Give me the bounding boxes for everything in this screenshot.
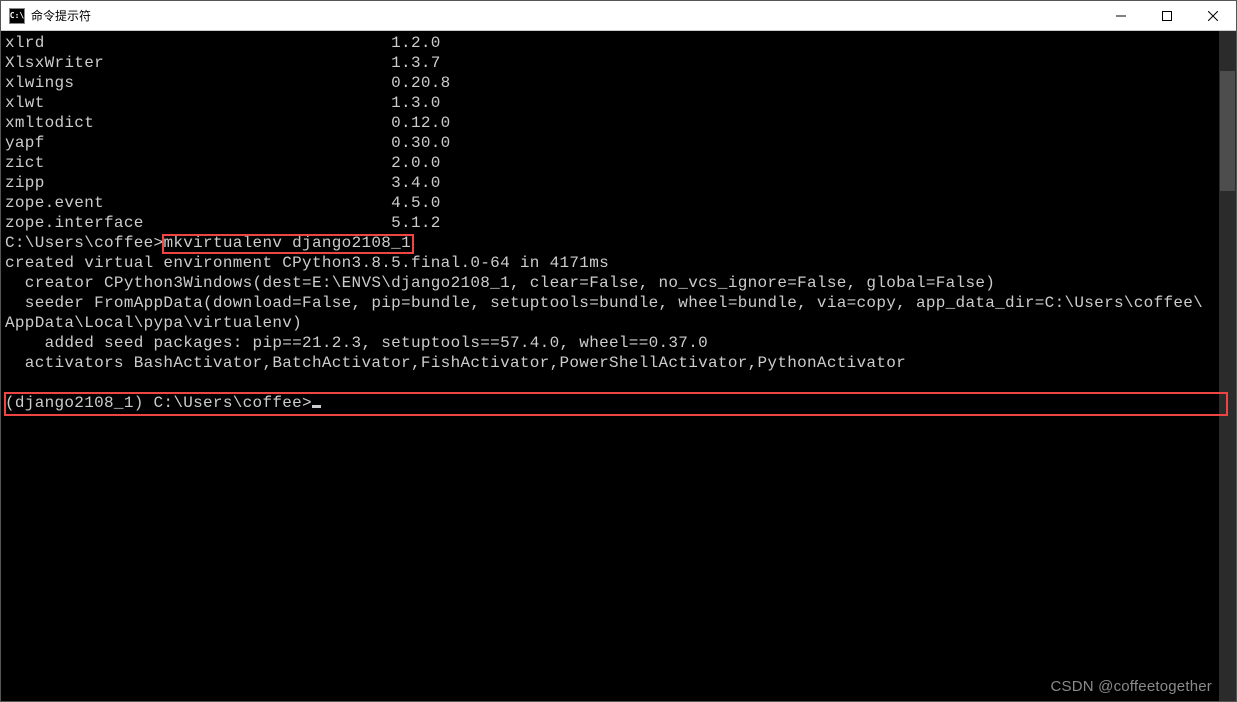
cursor bbox=[312, 405, 321, 408]
close-icon bbox=[1208, 11, 1218, 21]
active-prompt[interactable]: (django2108_1) C:\Users\coffee> bbox=[5, 393, 1215, 413]
maximize-button[interactable] bbox=[1144, 1, 1190, 30]
window-titlebar: C:\ 命令提示符 bbox=[1, 1, 1236, 31]
app-icon: C:\ bbox=[9, 8, 25, 24]
minimize-icon bbox=[1116, 11, 1126, 21]
window-controls bbox=[1098, 1, 1236, 30]
scrollbar-vertical[interactable] bbox=[1219, 31, 1236, 701]
output-line: activators BashActivator,BatchActivator,… bbox=[5, 353, 1215, 373]
window-title: 命令提示符 bbox=[31, 7, 91, 24]
scrollbar-thumb[interactable] bbox=[1220, 71, 1235, 191]
terminal-output[interactable]: xlrd 1.2.0 XlsxWriter 1.3.7 xlwings 0.20… bbox=[1, 31, 1219, 701]
prompt-path: C:\Users\coffee> bbox=[5, 234, 163, 252]
output-line: added seed packages: pip==21.2.3, setupt… bbox=[5, 333, 1215, 353]
output-line: seeder FromAppData(download=False, pip=b… bbox=[5, 293, 1215, 313]
output-line: creator CPython3Windows(dest=E:\ENVS\dja… bbox=[5, 273, 1215, 293]
maximize-icon bbox=[1162, 11, 1172, 21]
close-button[interactable] bbox=[1190, 1, 1236, 30]
output-line: created virtual environment CPython3.8.5… bbox=[5, 253, 1215, 273]
watermark-text: CSDN @coffeetogether bbox=[1050, 678, 1212, 695]
output-line: AppData\Local\pypa\virtualenv) bbox=[5, 313, 1215, 333]
entered-command: mkvirtualenv django2108_1 bbox=[163, 234, 411, 252]
minimize-button[interactable] bbox=[1098, 1, 1144, 30]
terminal-area: xlrd 1.2.0 XlsxWriter 1.3.7 xlwings 0.20… bbox=[1, 31, 1236, 701]
